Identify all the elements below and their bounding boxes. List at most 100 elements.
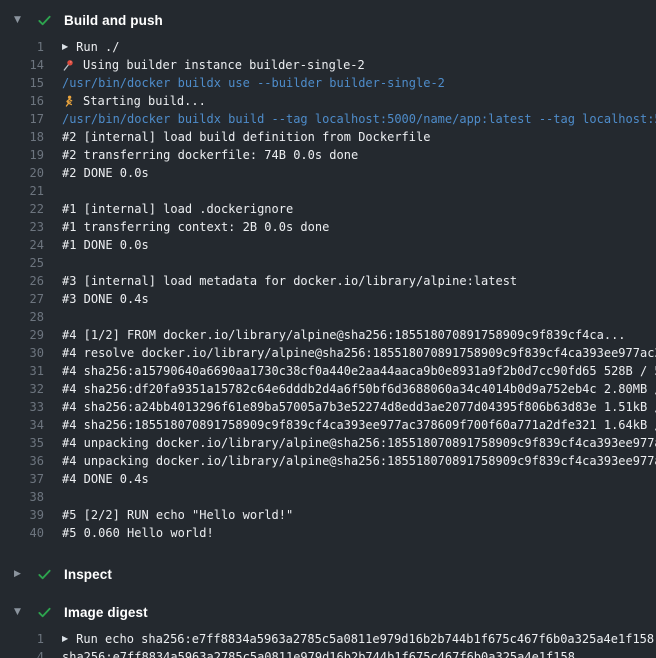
line-number[interactable]: 23 (0, 218, 44, 236)
success-check-icon (37, 13, 53, 28)
line-number[interactable]: 31 (0, 362, 44, 380)
log-text: #4 sha256:df20fa9351a15782c64e6dddb2d4a6… (62, 380, 656, 398)
line-number[interactable]: 30 (0, 344, 44, 362)
log-text-value: #4 resolve docker.io/library/alpine@sha2… (62, 344, 656, 362)
line-number[interactable]: 15 (0, 74, 44, 92)
success-check-icon (37, 567, 53, 582)
log-text-value: #2 DONE 0.0s (62, 164, 149, 182)
chevron-down-icon: ▼ (14, 8, 28, 32)
line-number[interactable]: 36 (0, 452, 44, 470)
line-number[interactable]: 32 (0, 380, 44, 398)
log-line: 25 (0, 254, 656, 272)
log-line: 31 #4 sha256:a15790640a6690aa1730c38cf0a4… (0, 362, 656, 380)
log-text-value: /usr/bin/docker buildx use --builder bui… (62, 74, 445, 92)
line-number[interactable]: 35 (0, 434, 44, 452)
log-text: #2 DONE 0.0s (62, 164, 149, 182)
line-number[interactable]: 37 (0, 470, 44, 488)
line-number[interactable]: 21 (0, 182, 44, 200)
line-number[interactable]: 40 (0, 524, 44, 542)
log-text-value: #4 unpacking docker.io/library/alpine@sh… (62, 434, 656, 452)
line-number[interactable]: 28 (0, 308, 44, 326)
log-line: 38 (0, 488, 656, 506)
line-number[interactable]: 39 (0, 506, 44, 524)
line-number[interactable]: 22 (0, 200, 44, 218)
log-line: 40 #5 0.060 Hello world! (0, 524, 656, 542)
log-text-value: sha256:e7ff8834a5963a2785c5a0811e979d16b… (62, 648, 575, 658)
log-line: 23 #1 transferring context: 2B 0.0s done (0, 218, 656, 236)
line-number[interactable]: 27 (0, 290, 44, 308)
line-number[interactable]: 26 (0, 272, 44, 290)
log-text: ▶ Run echo sha256:e7ff8834a5963a2785c5a08… (62, 630, 654, 648)
log-text: #4 unpacking docker.io/library/alpine@sh… (62, 434, 656, 452)
line-number[interactable]: 29 (0, 326, 44, 344)
log-text: #4 DONE 0.4s (62, 470, 149, 488)
log-block-image-digest: 1 ▶ Run echo sha256:e7ff8834a5963a2785c5a0… (0, 630, 656, 658)
log-line: 28 (0, 308, 656, 326)
log-command-text: /usr/bin/docker buildx build --tag local… (62, 110, 656, 128)
log-text: ▶Run ./ (62, 38, 120, 56)
log-text: #4 resolve docker.io/library/alpine@sha2… (62, 344, 656, 362)
log-text: #5 [2/2] RUN echo "Hello world!" (62, 506, 293, 524)
log-line: 1 ▶ Run echo sha256:e7ff8834a5963a2785c5a0… (0, 630, 656, 648)
log-text-value: #5 [2/2] RUN echo "Hello world!" (62, 506, 293, 524)
chevron-down-icon: ▼ (14, 600, 28, 624)
log-line: 27#3 DONE 0.4s (0, 290, 656, 308)
chevron-right-icon: ▶ (14, 562, 28, 586)
log-text-value: /usr/bin/docker buildx build --tag local… (62, 110, 656, 128)
log-text-value: Using builder instance builder-single-2 (83, 56, 365, 74)
log-text: #1 DONE 0.0s (62, 236, 149, 254)
log-text-value: #4 sha256:a24bb4013296f61e89ba57005a7b3e… (62, 398, 656, 416)
line-number[interactable]: 17 (0, 110, 44, 128)
log-text-value: #5 0.060 Hello world! (62, 524, 214, 542)
line-number[interactable]: 25 (0, 254, 44, 272)
log-text-value: Run echo sha256:e7ff8834a5963a2785c5a081… (76, 630, 654, 648)
log-section-inspect: ▶Inspect (0, 562, 656, 586)
log-text-value: #2 [internal] load build definition from… (62, 128, 430, 146)
line-number[interactable]: 38 (0, 488, 44, 506)
log-text: #4 sha256:185518070891758909c9f839cf4ca3… (62, 416, 656, 434)
line-number[interactable]: 24 (0, 236, 44, 254)
line-number[interactable]: 1 (0, 38, 44, 56)
line-number[interactable]: 1 (0, 630, 44, 648)
section-header-build-and-push[interactable]: ▼Build and push (0, 8, 656, 32)
log-text-value: #4 DONE 0.4s (62, 470, 149, 488)
actions-log-viewer: ▼Build and push1▶Run ./14Using builder i… (0, 0, 656, 658)
line-number[interactable]: 20 (0, 164, 44, 182)
log-line: 30 #4 resolve docker.io/library/alpine@sh… (0, 344, 656, 362)
line-number[interactable]: 19 (0, 146, 44, 164)
section-header-inspect[interactable]: ▶Inspect (0, 562, 656, 586)
log-text-value: #1 [internal] load .dockerignore (62, 200, 293, 218)
log-line: 19#2 transferring dockerfile: 74B 0.0s d… (0, 146, 656, 164)
log-line: 37 #4 DONE 0.4s (0, 470, 656, 488)
log-line: 29 #4 [1/2] FROM docker.io/library/alpine… (0, 326, 656, 344)
line-number[interactable]: 4 (0, 648, 44, 658)
expand-log-group-icon[interactable]: ▶ (62, 38, 68, 56)
log-command-text: /usr/bin/docker buildx use --builder bui… (62, 74, 445, 92)
log-line: 17/usr/bin/docker buildx build --tag loc… (0, 110, 656, 128)
log-text-value: #4 unpacking docker.io/library/alpine@sh… (62, 452, 656, 470)
log-text-value: Starting build... (83, 92, 206, 110)
log-text: #4 [1/2] FROM docker.io/library/alpine@s… (62, 326, 626, 344)
line-number[interactable]: 34 (0, 416, 44, 434)
expand-log-group-icon[interactable]: ▶ (62, 630, 68, 648)
section-header-image-digest[interactable]: ▼ Image digest (0, 600, 656, 624)
log-text-value: #4 sha256:a15790640a6690aa1730c38cf0a440… (62, 362, 656, 380)
log-text: sha256:e7ff8834a5963a2785c5a0811e979d16b… (62, 648, 575, 658)
line-number[interactable]: 16 (0, 92, 44, 110)
log-line: 20 #2 DONE 0.0s (0, 164, 656, 182)
log-line: 21 (0, 182, 656, 200)
log-line: 18 #2 [internal] load build definition fr… (0, 128, 656, 146)
log-text: #4 unpacking docker.io/library/alpine@sh… (62, 452, 656, 470)
log-block-build-and-push: 1 ▶Run ./ 14 Using builder instance builder… (0, 38, 656, 542)
log-text: #1 transferring context: 2B 0.0s done (62, 218, 329, 236)
line-number[interactable]: 18 (0, 128, 44, 146)
log-line: 36 #4 unpacking docker.io/library/alpine@… (0, 452, 656, 470)
log-text-value: #4 sha256:df20fa9351a15782c64e6dddb2d4a6… (62, 380, 656, 398)
runner-icon (62, 95, 74, 108)
log-text: #4 sha256:a24bb4013296f61e89ba57005a7b3e… (62, 398, 656, 416)
line-number[interactable]: 14 (0, 56, 44, 74)
log-line: 15/usr/bin/docker buildx use --builder b… (0, 74, 656, 92)
log-text-value: #4 [1/2] FROM docker.io/library/alpine@s… (62, 326, 626, 344)
line-number[interactable]: 33 (0, 398, 44, 416)
section-title: Image digest (64, 605, 148, 620)
